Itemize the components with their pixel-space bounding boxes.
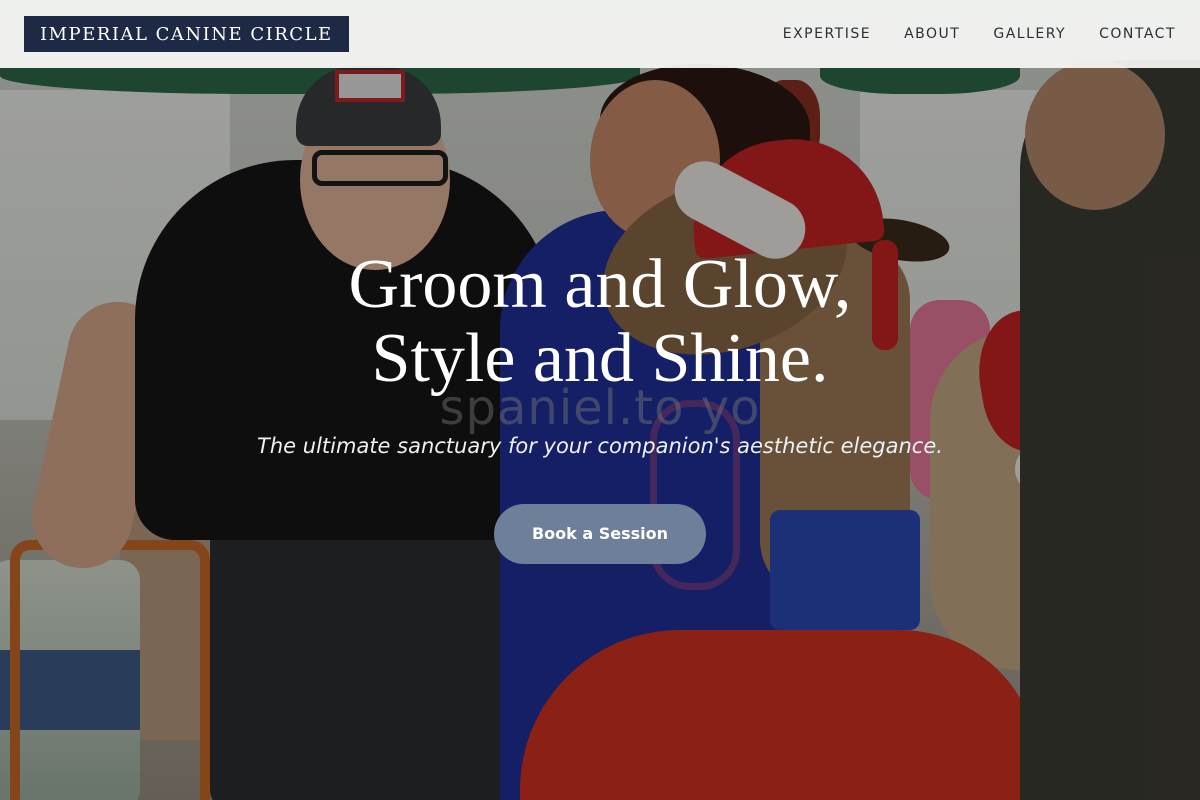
hero-title-line-2: Style and Shine. (371, 320, 829, 397)
book-session-button[interactable]: Book a Session (494, 504, 706, 564)
hero-subtitle: The ultimate sanctuary for your companio… (257, 434, 943, 458)
hero-title-line-1: Groom and Glow, (348, 246, 852, 323)
nav-link-gallery[interactable]: GALLERY (993, 26, 1066, 42)
hero-content: Groom and Glow, Style and Shine. The ult… (0, 248, 1200, 564)
hero-title: Groom and Glow, Style and Shine. (0, 248, 1200, 396)
brand-logo[interactable]: IMPERIAL CANINE CIRCLE (24, 16, 349, 52)
main-nav: EXPERTISE ABOUT GALLERY CONTACT (783, 26, 1176, 42)
top-navbar: IMPERIAL CANINE CIRCLE EXPERTISE ABOUT G… (0, 0, 1200, 68)
nav-link-expertise[interactable]: EXPERTISE (783, 26, 871, 42)
nav-link-contact[interactable]: CONTACT (1099, 26, 1176, 42)
nav-link-about[interactable]: ABOUT (904, 26, 960, 42)
